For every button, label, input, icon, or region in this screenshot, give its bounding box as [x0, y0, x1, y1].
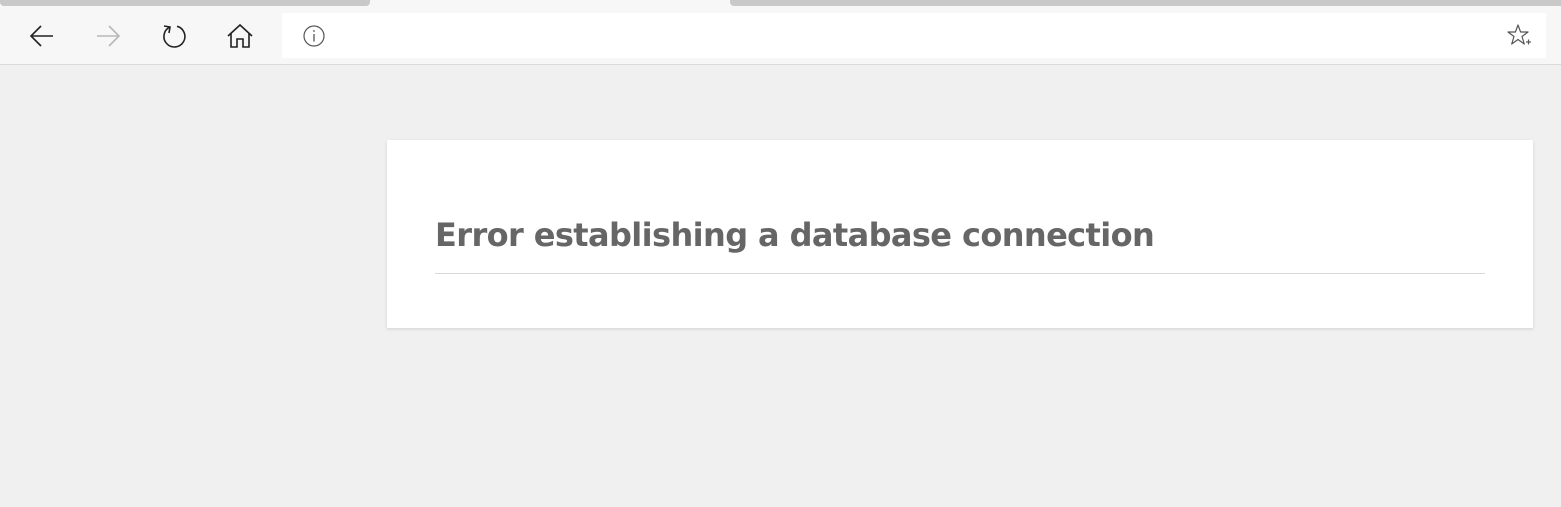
error-card: Error establishing a database connection	[387, 140, 1533, 328]
address-bar[interactable]	[282, 13, 1546, 58]
url-input[interactable]	[338, 21, 1482, 51]
back-arrow-icon	[29, 25, 53, 47]
add-favorite-star-icon[interactable]	[1506, 23, 1532, 49]
refresh-icon	[163, 25, 186, 48]
refresh-button[interactable]	[152, 14, 196, 58]
error-title: Error establishing a database connection	[435, 216, 1155, 254]
forward-arrow-icon	[97, 25, 121, 47]
home-button[interactable]	[218, 14, 262, 58]
home-icon	[227, 23, 253, 48]
back-button[interactable]	[20, 14, 64, 58]
page-content: Error establishing a database connection	[0, 65, 1561, 507]
browser-toolbar	[0, 6, 1561, 65]
divider	[435, 273, 1485, 274]
forward-button[interactable]	[86, 14, 130, 58]
info-icon[interactable]	[302, 24, 326, 48]
